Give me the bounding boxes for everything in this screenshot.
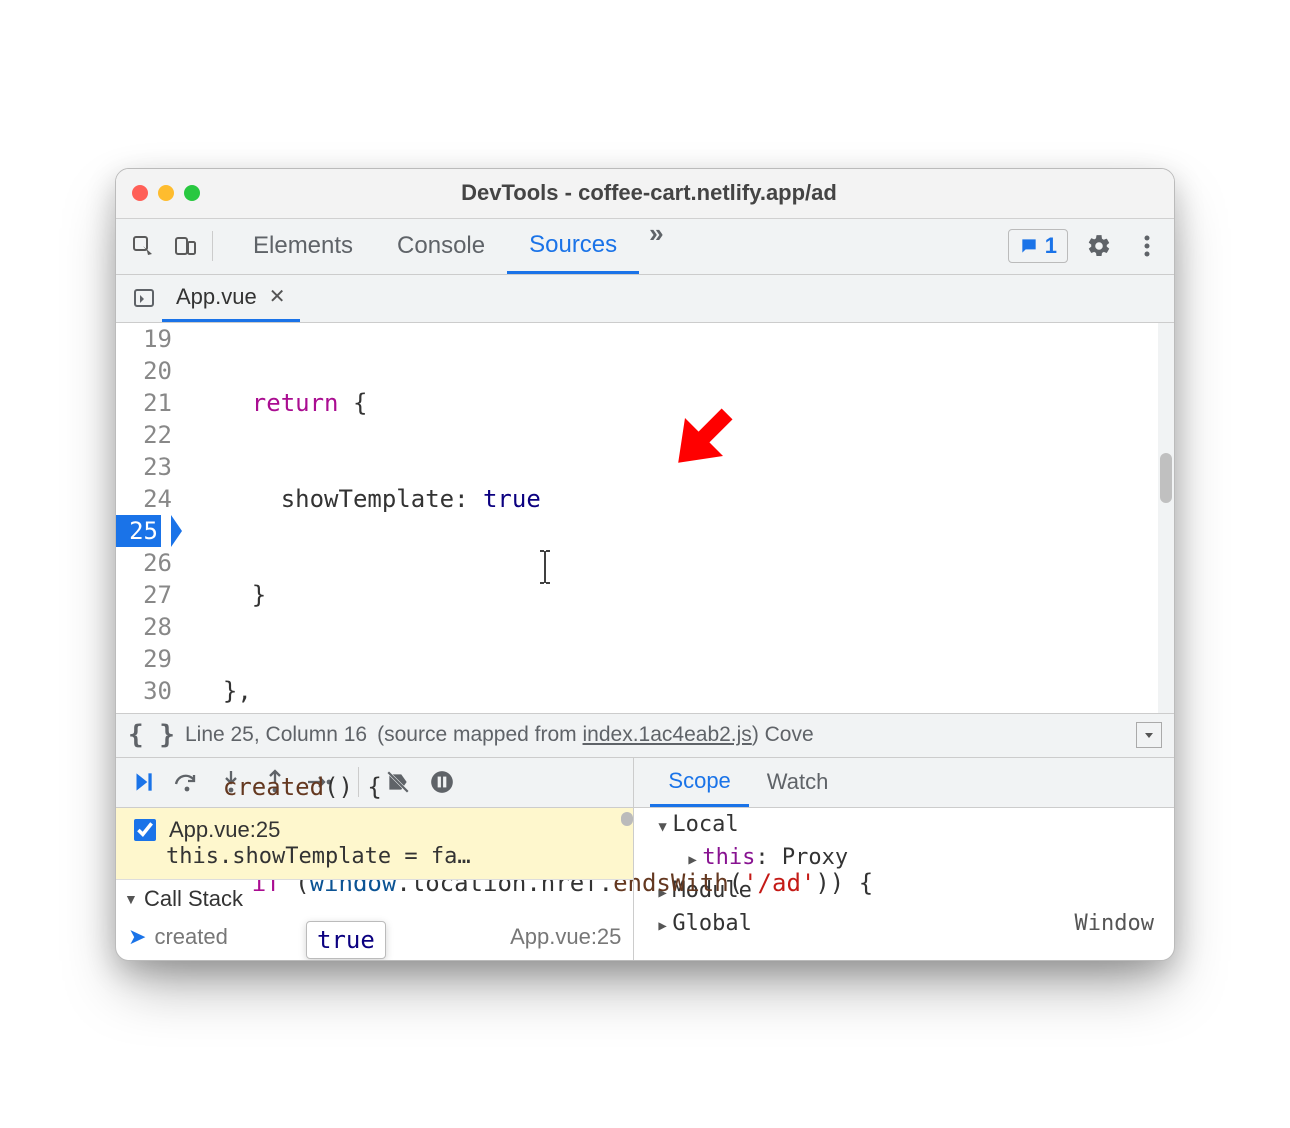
titlebar: DevTools - coffee-cart.netlify.app/ad — [116, 169, 1174, 219]
callstack-pane: App.vue:25 this.showTemplate = fa… ▼ Cal… — [116, 808, 634, 960]
stack-frame-location: App.vue:25 — [510, 924, 621, 950]
breakpoint-item[interactable]: App.vue:25 this.showTemplate = fa… — [116, 808, 633, 879]
tab-console[interactable]: Console — [375, 218, 507, 274]
device-toolbar-icon[interactable] — [168, 229, 202, 263]
main-toolbar: Elements Console Sources » 1 — [116, 219, 1174, 275]
file-tab-bar: App.vue ✕ — [116, 275, 1174, 323]
more-tabs-button[interactable]: » — [639, 218, 673, 274]
kebab-menu-icon[interactable] — [1130, 229, 1164, 263]
tab-elements[interactable]: Elements — [231, 218, 375, 274]
issues-button[interactable]: 1 — [1008, 229, 1068, 263]
toolbar-divider — [212, 231, 213, 261]
text-cursor-icon — [422, 517, 424, 553]
stack-frame[interactable]: ➤created App.vue:25 — [116, 918, 633, 960]
close-tab-icon[interactable]: ✕ — [269, 284, 286, 309]
current-frame-icon: ➤ — [128, 924, 146, 949]
editor-scrollbar[interactable] — [1158, 323, 1174, 713]
pane-scroll-thumb[interactable] — [621, 812, 633, 826]
file-tab-label: App.vue — [176, 284, 257, 310]
panel-tabs: Elements Console Sources » — [231, 218, 1008, 274]
line-gutter[interactable]: 19 20 21 22 23 24 25 26 27 28 29 30 — [116, 323, 186, 713]
inspect-element-icon[interactable] — [126, 229, 160, 263]
breakpoint-checkbox[interactable] — [134, 819, 156, 841]
callstack-header[interactable]: ▼ Call Stack — [116, 879, 633, 918]
issues-count: 1 — [1045, 233, 1057, 259]
breakpoint-snippet: this.showTemplate = fa… — [130, 844, 619, 869]
tab-sources[interactable]: Sources — [507, 218, 639, 274]
resume-icon[interactable] — [128, 767, 158, 797]
breakpoint-marker[interactable]: 25 — [116, 515, 172, 547]
window-title: DevTools - coffee-cart.netlify.app/ad — [200, 180, 1098, 206]
scroll-thumb[interactable] — [1160, 453, 1172, 503]
navigator-toggle-icon[interactable] — [126, 280, 162, 316]
pretty-print-icon[interactable]: { } — [128, 720, 175, 750]
source-code[interactable]: return { showTemplate: true } }, created… — [186, 323, 1174, 713]
maximize-window-button[interactable] — [184, 185, 200, 201]
devtools-window: DevTools - coffee-cart.netlify.app/ad El… — [115, 168, 1175, 961]
traffic-lights — [132, 185, 200, 201]
source-editor[interactable]: 19 20 21 22 23 24 25 26 27 28 29 30 retu… — [116, 323, 1174, 713]
disclosure-triangle-icon: ▼ — [124, 891, 138, 907]
settings-icon[interactable] — [1082, 229, 1116, 263]
close-window-button[interactable] — [132, 185, 148, 201]
breakpoint-location: App.vue:25 — [169, 817, 280, 843]
minimize-window-button[interactable] — [158, 185, 174, 201]
file-tab[interactable]: App.vue ✕ — [162, 274, 300, 322]
